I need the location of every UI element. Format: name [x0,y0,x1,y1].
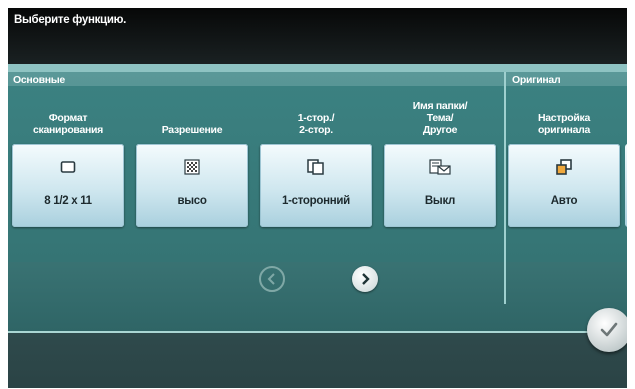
resolution-icon [136,158,248,176]
prev-page-button[interactable] [259,266,285,292]
label-original-setting: Настройка оригинала [537,112,591,136]
original-setting-value: Авто [550,195,578,207]
scan-size-button[interactable]: 8 1/2 x 11 [12,144,124,227]
label-folder-subject: Имя папки/Тема/Другое [412,100,468,136]
footer-bar [8,331,627,388]
original-setting-button[interactable]: Авто [508,144,620,227]
group-label-basic: Основные [13,74,65,86]
folder-subject-value: Выкл [424,195,456,207]
paper-size-icon [12,158,124,176]
checkmark-icon [600,322,618,337]
duplex-button[interactable]: 1-сторонний [260,144,372,227]
duplex-icon [260,158,372,176]
resolution-value: высо [177,195,207,207]
folder-name-icon [384,158,496,176]
chevron-left-icon [267,273,275,285]
panel-top-strip [8,64,627,72]
next-page-button[interactable] [352,266,378,292]
resolution-button[interactable]: высо [136,144,248,227]
label-scan-size: Формат сканирования [32,112,104,136]
next-tile-edge [625,144,627,227]
original-setting-icon [508,158,620,176]
label-resolution: Разрешение [161,124,223,136]
ok-button[interactable] [587,308,627,352]
chevron-right-icon [362,273,370,285]
label-duplex: 1-стор./2-стор. [297,112,335,136]
scan-size-value: 8 1/2 x 11 [44,195,92,207]
duplex-value: 1-сторонний [282,195,350,207]
header-bar: Выберите функцию. [8,8,627,64]
group-label-original: Оригинал [512,74,561,86]
mfp-screen: Выберите функцию. Основные Оригинал Форм… [8,8,627,388]
folder-subject-button[interactable]: Выкл [384,144,496,227]
group-divider [504,72,506,304]
function-panel: Основные Оригинал Формат сканирования Раз… [8,64,627,331]
header-title: Выберите функцию. [14,14,127,26]
